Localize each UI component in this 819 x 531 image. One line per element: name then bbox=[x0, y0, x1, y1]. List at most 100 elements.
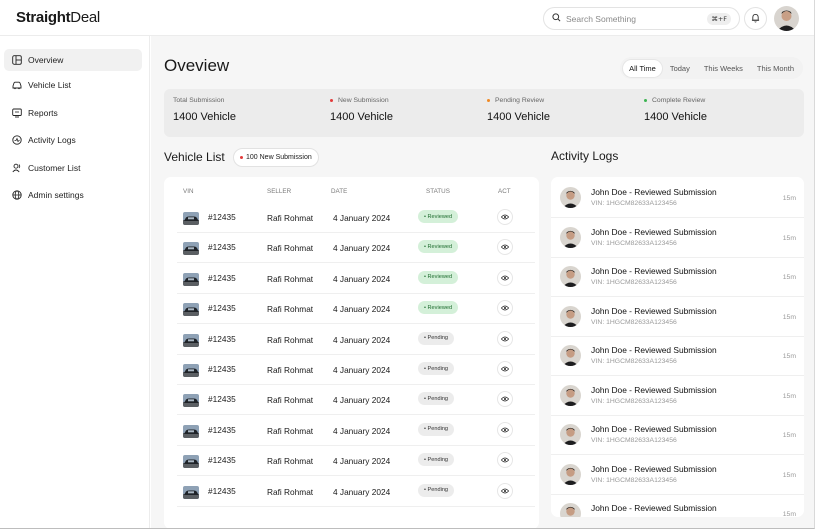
vin-cell: #12435 bbox=[208, 333, 236, 344]
sidebar-item-admin-settings[interactable]: Admin settings bbox=[4, 184, 142, 206]
view-button[interactable] bbox=[497, 482, 513, 499]
vehicle-thumbnail bbox=[183, 333, 199, 347]
sidebar-item-overview[interactable]: Overview bbox=[4, 49, 142, 71]
activity-log-item[interactable]: John Doe - Reviewed Submission VIN: 1HGCM… bbox=[551, 456, 804, 495]
app-logo[interactable]: StraightDeal bbox=[16, 9, 100, 26]
table-row[interactable]: #12435 Rafi Rohmat 4 January 2024 • Pending bbox=[177, 355, 535, 385]
log-title: John Doe - Reviewed Submission bbox=[591, 187, 717, 197]
activity-log-item[interactable]: John Doe - Reviewed Submission VIN: 1HGCM… bbox=[551, 337, 804, 376]
report-icon bbox=[12, 108, 22, 118]
column-header-status: STATUS bbox=[426, 188, 450, 195]
activity-log-item[interactable]: John Doe - Reviewed Submission VIN: 1HGCM… bbox=[551, 179, 804, 218]
table-row[interactable]: #12435 Rafi Rohmat 4 January 2024 • Reviewe… bbox=[177, 233, 535, 264]
seller-cell: Rafi Rohmat bbox=[267, 334, 314, 345]
sidebar-item-customer-list[interactable]: Customer List bbox=[4, 157, 142, 179]
date-cell: 4 January 2024 bbox=[333, 213, 391, 223]
avatar bbox=[560, 345, 581, 366]
sidebar-item-reports[interactable]: Reports bbox=[4, 102, 142, 124]
view-button[interactable] bbox=[497, 300, 513, 317]
table-row[interactable]: #12435 Rafi Rohmat 4 January 2024 • Pending bbox=[177, 446, 535, 477]
status-label: Pending bbox=[427, 487, 449, 494]
status-label: Pending bbox=[427, 335, 449, 342]
logo-bold: Straight bbox=[16, 9, 71, 26]
view-button[interactable] bbox=[497, 239, 513, 256]
view-button[interactable] bbox=[497, 421, 513, 438]
date-cell: 4 January 2024 bbox=[333, 304, 391, 315]
table-row[interactable]: #12435 Rafi Rohmat 4 January 2024 • Reviewe… bbox=[177, 294, 535, 325]
status-badge: • Pending bbox=[418, 422, 455, 436]
activity-log-item[interactable]: John Doe - Reviewed Submission VIN: 1HGCM… bbox=[551, 219, 804, 258]
logo-light: Deal bbox=[70, 9, 100, 26]
log-title: John Doe - Reviewed Submission bbox=[591, 305, 717, 316]
eye-icon bbox=[500, 273, 510, 283]
view-button[interactable] bbox=[497, 361, 513, 377]
activity-log-item[interactable]: John Doe - Reviewed Submission VIN: 1HGCM… bbox=[551, 258, 804, 297]
status-badge: • Pending bbox=[418, 453, 455, 467]
view-button[interactable] bbox=[497, 209, 513, 225]
vin-cell: #12435 bbox=[208, 455, 236, 466]
avatar bbox=[560, 187, 581, 208]
status-label: Reviewed bbox=[427, 304, 453, 311]
vehicle-thumbnail bbox=[183, 364, 199, 377]
notification-button[interactable] bbox=[744, 7, 767, 30]
log-vin: VIN: 1HGCM82633A123456 bbox=[591, 239, 677, 247]
table-row[interactable]: #12435 Rafi Rohmat 4 January 2024 • Pending bbox=[177, 477, 535, 507]
log-title: John Doe - Reviewed Submission bbox=[591, 424, 717, 434]
log-time: 15m bbox=[782, 353, 796, 360]
sidebar-item-activity-logs[interactable]: Activity Logs bbox=[4, 129, 142, 151]
date-cell: 4 January 2024 bbox=[333, 365, 391, 375]
log-time: 15m bbox=[782, 274, 796, 281]
filter-this-weeks[interactable]: This Weeks bbox=[698, 60, 749, 77]
table-row[interactable]: #12435 Rafi Rohmat 4 January 2024 • Pending bbox=[177, 325, 535, 355]
vin-cell: #12435 bbox=[208, 394, 236, 405]
log-time: 15m bbox=[782, 392, 796, 400]
status-badge: • Pending bbox=[418, 331, 455, 345]
status-badge: • Reviewed bbox=[418, 301, 459, 315]
log-title: John Doe - Reviewed Submission bbox=[591, 226, 717, 237]
filter-all-time[interactable]: All Time bbox=[623, 59, 662, 77]
log-vin: VIN: 1HGCM82633A123456 bbox=[591, 318, 677, 326]
user-avatar[interactable] bbox=[774, 6, 799, 31]
search-input[interactable]: Search Something ⌘+F bbox=[543, 7, 740, 30]
sidebar-item-label: Activity Logs bbox=[28, 135, 76, 145]
log-vin: VIN: 1HGCM82633A123456 bbox=[591, 200, 677, 207]
vehicle-thumbnail bbox=[183, 212, 199, 225]
activity-log-item[interactable]: John Doe - Reviewed Submission VIN: 1HGCM… bbox=[551, 298, 804, 337]
filter-this-month[interactable]: This Month bbox=[751, 60, 800, 77]
view-button[interactable] bbox=[497, 452, 513, 469]
vehicle-thumbnail bbox=[183, 394, 199, 408]
eye-icon bbox=[500, 364, 510, 374]
status-label: Pending bbox=[427, 365, 449, 372]
view-button[interactable] bbox=[497, 269, 513, 286]
log-time: 15m bbox=[782, 313, 796, 321]
avatar bbox=[560, 226, 581, 248]
activity-log-item[interactable]: John Doe - Reviewed Submission 15m bbox=[551, 495, 804, 517]
table-row[interactable]: #12435 Rafi Rohmat 4 January 2024 • Pending bbox=[177, 385, 535, 416]
avatar bbox=[560, 305, 581, 327]
top-bar: StraightDeal Search Something ⌘+F bbox=[0, 0, 814, 36]
log-title: John Doe - Reviewed Submission bbox=[591, 384, 717, 395]
main-content: Oveview All Time Today This Weeks This M… bbox=[151, 36, 814, 528]
vehicle-list-title: Vehicle List bbox=[164, 150, 225, 164]
status-badge: • Reviewed bbox=[418, 270, 459, 284]
table-row[interactable]: #12435 Rafi Rohmat 4 January 2024 • Reviewe… bbox=[177, 203, 535, 233]
stat-complete-review: Complete Review 1400 Vehicle bbox=[644, 97, 707, 123]
table-row[interactable]: #12435 Rafi Rohmat 4 January 2024 • Pending bbox=[177, 416, 535, 446]
vin-cell: #12435 bbox=[208, 364, 236, 374]
vehicle-thumbnail bbox=[183, 303, 199, 317]
table-row[interactable]: #12435 Rafi Rohmat 4 January 2024 • Reviewe… bbox=[177, 264, 535, 294]
status-dot bbox=[240, 156, 243, 159]
activity-log-item[interactable]: John Doe - Reviewed Submission VIN: 1HGCM… bbox=[551, 377, 804, 416]
eye-icon bbox=[500, 486, 510, 496]
filter-today[interactable]: Today bbox=[664, 60, 696, 77]
status-label: Pending bbox=[427, 395, 449, 402]
stats-panel: Total Submission 1400 Vehicle New Submis… bbox=[164, 89, 804, 137]
log-title: John Doe - Reviewed Submission bbox=[591, 266, 717, 276]
view-button[interactable] bbox=[497, 391, 513, 408]
avatar bbox=[560, 424, 581, 445]
vin-cell: #12435 bbox=[208, 424, 236, 435]
view-button[interactable] bbox=[497, 330, 513, 347]
vehicle-thumbnail bbox=[183, 272, 199, 286]
activity-log-item[interactable]: John Doe - Reviewed Submission VIN: 1HGCM… bbox=[551, 416, 804, 455]
sidebar-item-vehicle-list[interactable]: Vehicle List bbox=[4, 74, 142, 96]
